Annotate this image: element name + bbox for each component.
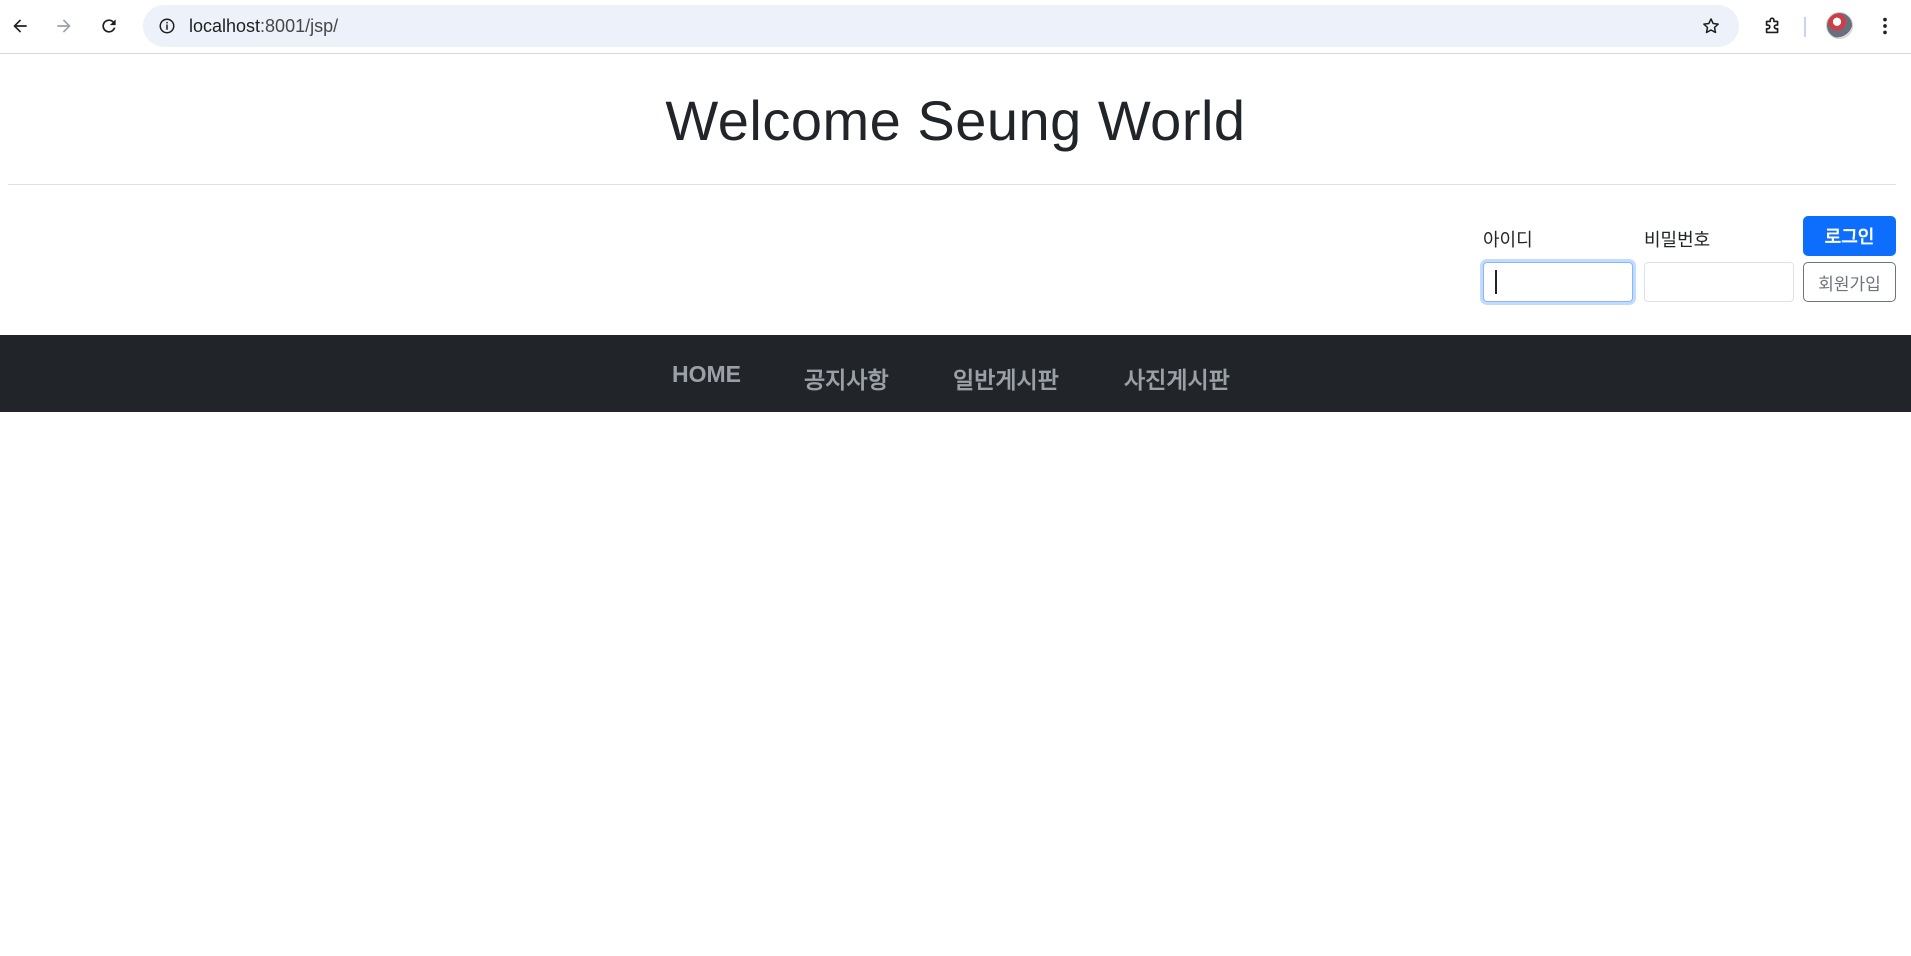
nav-item-board[interactable]: 일반게시판 xyxy=(953,361,1059,395)
back-button[interactable] xyxy=(4,10,36,42)
profile-avatar[interactable] xyxy=(1826,12,1853,39)
url-host: localhost xyxy=(189,16,261,36)
nav-item-notice[interactable]: 공지사항 xyxy=(804,361,889,395)
header-divider xyxy=(8,184,1896,185)
password-input[interactable] xyxy=(1644,262,1794,302)
toolbar-divider xyxy=(1804,17,1806,37)
arrow-left-icon xyxy=(13,19,27,33)
puzzle-icon xyxy=(1765,17,1779,34)
id-label: 아이디 xyxy=(1483,230,1533,250)
arrow-right-icon xyxy=(57,19,71,33)
reload-button[interactable] xyxy=(93,10,125,42)
browser-toolbar: localhost:8001/jsp/ xyxy=(0,0,1911,54)
text-caret xyxy=(1495,270,1497,294)
signup-button[interactable]: 회원가입 xyxy=(1803,262,1896,302)
info-icon xyxy=(159,18,175,34)
url-text[interactable]: localhost:8001/jsp/ xyxy=(189,16,338,37)
forward-button[interactable] xyxy=(48,10,80,42)
reload-icon xyxy=(102,19,116,33)
page-title: Welcome Seung World xyxy=(665,89,1246,152)
star-icon xyxy=(1703,18,1719,34)
password-label: 비밀번호 xyxy=(1644,230,1711,250)
address-bar[interactable]: localhost:8001/jsp/ xyxy=(143,5,1739,47)
main-nav: HOME 공지사항 일반게시판 사진게시판 xyxy=(0,335,1911,412)
id-input[interactable] xyxy=(1483,262,1633,302)
browser-menu-button[interactable] xyxy=(1869,10,1901,42)
nav-item-home[interactable]: HOME xyxy=(672,361,741,388)
extensions-button[interactable] xyxy=(1757,10,1789,42)
login-button[interactable]: 로그인 xyxy=(1803,216,1896,256)
nav-item-photo-board[interactable]: 사진게시판 xyxy=(1124,361,1230,395)
kebab-menu-icon xyxy=(1883,17,1887,35)
bookmark-button[interactable] xyxy=(1697,12,1725,40)
site-info-button[interactable] xyxy=(151,10,183,42)
url-path: :8001/jsp/ xyxy=(260,16,339,36)
